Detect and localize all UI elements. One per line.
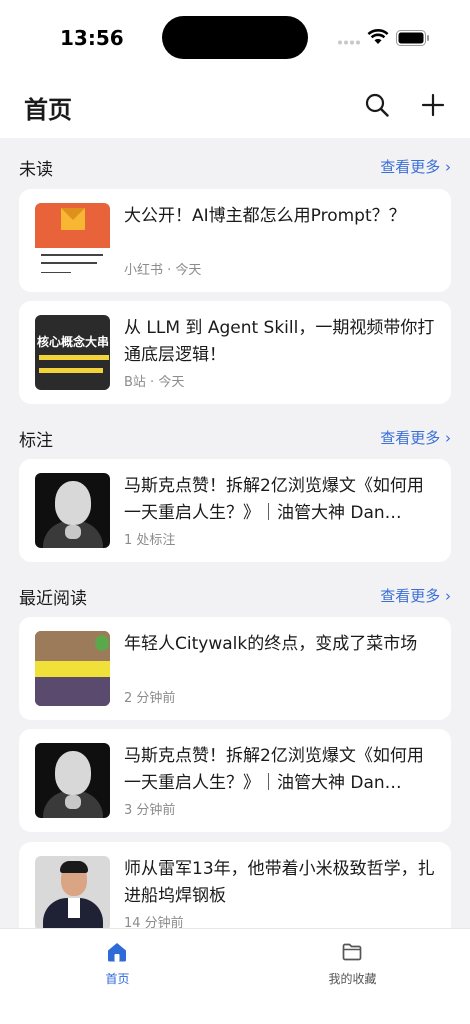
- tab-favorites-label: 我的收藏: [328, 972, 377, 986]
- status-time: 13:56: [60, 26, 124, 50]
- status-bar: 13:56: [0, 0, 470, 76]
- tab-home-label: 首页: [105, 972, 130, 986]
- article-card[interactable]: 核心概念大串 从 LLM 到 Agent Skill，一期视频带你打通底层逻辑！…: [19, 301, 451, 404]
- article-thumbnail: [35, 203, 110, 278]
- page-title: 首页: [24, 96, 72, 124]
- folder-icon: [342, 943, 362, 961]
- tab-bar: 首页 我的收藏: [0, 928, 470, 1024]
- section-header-recent: 最近阅读 查看更多 ›: [19, 584, 451, 609]
- section-title-recent: 最近阅读: [19, 589, 87, 609]
- signal-icon: [338, 40, 360, 45]
- article-thumbnail: [35, 473, 110, 548]
- see-more-unread-link[interactable]: 查看更多 ›: [380, 156, 451, 177]
- section-title-unread: 未读: [19, 160, 53, 180]
- article-card[interactable]: 马斯克点赞！拆解2亿浏览爆文《如何用一天重启人生？》｜油管大神 Dan… 3 分…: [19, 729, 451, 832]
- article-title: 大公开！AI博主都怎么用Prompt？？: [124, 206, 406, 226]
- article-title: 从 LLM 到 Agent Skill，一期视频带你打通底层逻辑！: [124, 318, 435, 365]
- article-title: 年轻人Citywalk的终点，变成了菜市场: [124, 634, 418, 654]
- article-card[interactable]: 年轻人Citywalk的终点，变成了菜市场 2 分钟前: [19, 617, 451, 720]
- article-meta: 3 分钟前: [124, 803, 176, 818]
- article-title: 马斯克点赞！拆解2亿浏览爆文《如何用一天重启人生？》｜油管大神 Dan…: [124, 746, 424, 793]
- add-icon[interactable]: [420, 92, 446, 118]
- article-card[interactable]: 大公开！AI博主都怎么用Prompt？？ 小红书 · 今天: [19, 189, 451, 292]
- article-thumbnail: 核心概念大串: [35, 315, 110, 390]
- annotation-count: 1 处标注: [124, 533, 176, 548]
- tab-home[interactable]: 首页: [0, 929, 235, 999]
- battery-icon: [396, 30, 429, 46]
- nav-bar: 首页: [0, 76, 470, 138]
- article-thumbnail: [35, 743, 110, 818]
- tab-favorites[interactable]: 我的收藏: [235, 929, 470, 999]
- section-title-annotations: 标注: [19, 431, 53, 451]
- article-title: 师从雷军13年，他带着小米极致哲学，扎进船坞焊钢板: [124, 859, 435, 906]
- home-icon: [108, 943, 126, 962]
- article-meta: 2 分钟前: [124, 691, 176, 706]
- section-header-annotations: 标注 查看更多 ›: [19, 426, 451, 451]
- article-title: 马斯克点赞！拆解2亿浏览爆文《如何用一天重启人生？》｜油管大神 Dan…: [124, 476, 424, 523]
- wifi-icon: [367, 29, 389, 44]
- thumbnail-text: 核心概念大串: [37, 335, 110, 349]
- article-card[interactable]: 马斯克点赞！拆解2亿浏览爆文《如何用一天重启人生？》｜油管大神 Dan… 1 处…: [19, 459, 451, 562]
- article-thumbnail: [35, 631, 110, 706]
- see-more-annotations-link[interactable]: 查看更多 ›: [380, 427, 451, 448]
- article-meta: 小红书 · 今天: [124, 263, 202, 278]
- dynamic-island: [162, 16, 308, 59]
- article-thumbnail: [35, 856, 110, 931]
- article-meta: B站 · 今天: [124, 375, 185, 390]
- see-more-recent-link[interactable]: 查看更多 ›: [380, 585, 451, 606]
- search-icon[interactable]: [364, 92, 390, 118]
- section-header-unread: 未读 查看更多 ›: [19, 155, 451, 180]
